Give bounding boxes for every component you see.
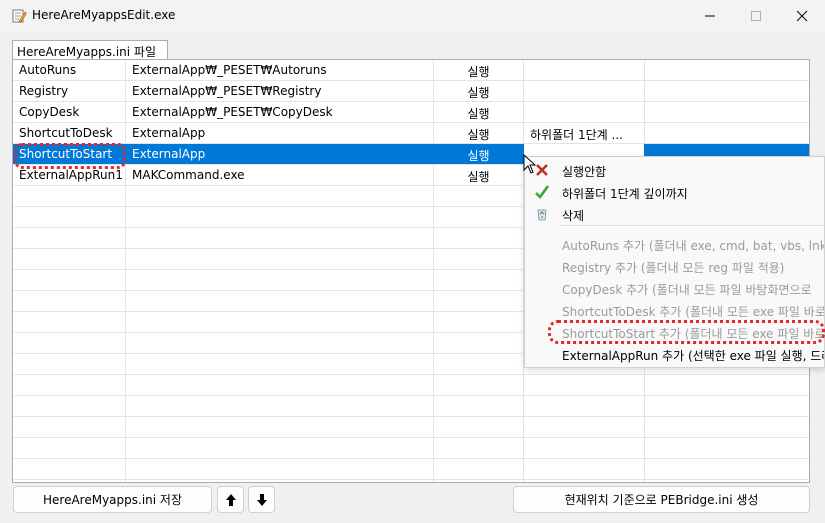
path-cell[interactable]: ExternalApp₩_PESET₩Registry [126,81,433,101]
window-title: HereAreMyappsEdit.exe [32,8,176,22]
close-button[interactable] [779,0,825,32]
arrow-up-icon [225,493,236,506]
close-icon [796,10,808,22]
menu-item-label: AutoRuns 추가 (폴더내 exe, cmd, bat, vbs, lnk… [562,239,825,253]
action-cell[interactable]: 실행 [434,81,523,101]
option-cell[interactable] [524,81,644,101]
notepad-edit-icon [12,9,27,23]
option-cell[interactable] [524,60,644,80]
menu-separator [559,225,824,226]
recycle-bin-icon [537,209,547,221]
table-row[interactable]: AutoRuns ExternalApp₩_PESET₩Autoruns 실행 [13,60,809,81]
menu-item-delete[interactable]: 삭제 [525,203,824,225]
empty-row [13,396,809,417]
title-bar: HereAreMyappsEdit.exe [0,0,825,32]
table-row[interactable]: ShortcutToDesk ExternalApp 실행 하위폴더 1단계 .… [13,123,809,144]
empty-row [13,459,809,480]
name-cell[interactable]: Registry [13,81,125,101]
maximize-icon [751,11,761,21]
menu-item-add-shortcuttodesk[interactable]: ShortcutToDesk 추가 (폴더내 모든 exe 파일 바로 [525,299,825,321]
extra-cell[interactable] [645,123,809,143]
extra-cell[interactable] [645,102,809,122]
menu-item-label: ExternalAppRun 추가 (선택한 exe 파일 실행, 드라 [562,349,825,363]
action-cell[interactable]: 실행 [434,144,523,164]
green-check-icon [535,185,550,199]
menu-item-add-copydesk[interactable]: CopyDesk 추가 (폴더내 모든 파일 바탕화면으로 [525,277,824,299]
empty-row [13,417,809,438]
table-row[interactable]: Registry ExternalApp₩_PESET₩Registry 실행 [13,81,809,102]
path-cell[interactable]: ExternalApp [126,123,433,143]
extra-cell[interactable] [645,60,809,80]
app-window: HereAreMyappsEdit.exe HereAreMyapps.ini … [0,0,825,523]
move-down-button[interactable] [248,486,275,513]
menu-item-add-registry[interactable]: Registry 추가 (폴더내 모든 reg 파일 적용) [525,255,824,277]
menu-item-no-run[interactable]: 실행안함 [525,159,824,181]
option-cell[interactable]: 하위폴더 1단계 ... [524,123,644,143]
action-cell[interactable]: 실행 [434,165,523,185]
option-cell[interactable] [524,102,644,122]
menu-highlight-outline [548,320,825,344]
minimize-icon [705,15,715,17]
minimize-button[interactable] [687,0,733,32]
table-row[interactable]: CopyDesk ExternalApp₩_PESET₩CopyDesk 실행 [13,102,809,123]
extra-cell[interactable] [645,81,809,101]
empty-row [13,375,809,396]
save-ini-button[interactable]: HereAreMyapps.ini 저장 [13,486,212,513]
highlight-outline [14,143,126,169]
empty-row [13,438,809,459]
menu-item-label: 하위폴더 1단계 깊이까지 [562,187,688,201]
path-cell[interactable]: MAKCommand.exe [126,165,433,185]
menu-item-add-autoruns[interactable]: AutoRuns 추가 (폴더내 exe, cmd, bat, vbs, lnk… [525,233,825,255]
ini-file-group-label: HereAreMyapps.ini 파일 [12,40,168,60]
menu-item-label: ShortcutToDesk 추가 (폴더내 모든 exe 파일 바로 [562,305,825,319]
menu-item-add-externalapprun[interactable]: ExternalAppRun 추가 (선택한 exe 파일 실행, 드라 [525,343,825,365]
path-cell[interactable]: ExternalApp₩_PESET₩CopyDesk [126,102,433,122]
menu-item-label: 실행안함 [562,165,607,179]
menu-item-label: Registry 추가 (폴더내 모든 reg 파일 적용) [562,261,785,275]
action-cell[interactable]: 실행 [434,102,523,122]
name-cell[interactable]: AutoRuns [13,60,125,80]
action-cell[interactable]: 실행 [434,123,523,143]
mouse-cursor-icon [523,154,537,174]
arrow-down-icon [256,493,267,506]
menu-item-label: CopyDesk 추가 (폴더내 모든 파일 바탕화면으로 [562,283,812,297]
name-cell[interactable]: CopyDesk [13,102,125,122]
action-cell[interactable]: 실행 [434,60,523,80]
path-cell[interactable]: ExternalApp₩_PESET₩Autoruns [126,60,433,80]
path-cell[interactable]: ExternalApp [126,144,433,164]
maximize-button[interactable] [733,0,779,32]
move-up-button[interactable] [217,486,244,513]
name-cell[interactable]: ShortcutToDesk [13,123,125,143]
generate-pebridge-button[interactable]: 현재위치 기준으로 PEBridge.ini 생성 [513,486,810,513]
menu-item-label: 삭제 [562,209,585,223]
menu-item-subfolder-depth[interactable]: 하위폴더 1단계 깊이까지 [525,181,824,203]
